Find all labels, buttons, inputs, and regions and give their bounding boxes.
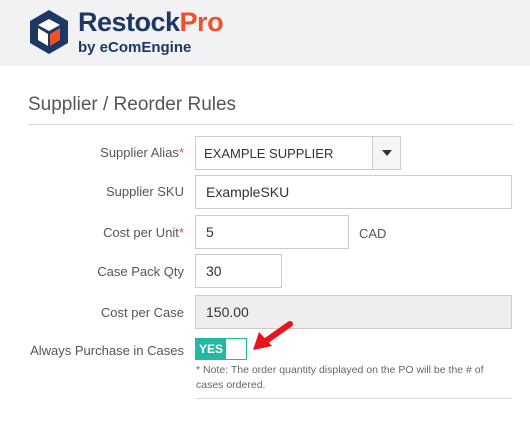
title-divider xyxy=(28,124,514,125)
case-pack-qty-input[interactable]: 30 xyxy=(195,254,282,288)
supplier-sku-label: Supplier SKU xyxy=(105,184,184,199)
dropdown-button[interactable] xyxy=(372,137,400,169)
brand-name: RestockPro xyxy=(78,7,224,37)
case-pack-qty-label: Case Pack Qty xyxy=(97,264,184,279)
brand-tagline: by eComEngine xyxy=(78,39,192,56)
supplier-alias-label: Supplier Alias* xyxy=(100,145,184,160)
hexagon-box-icon xyxy=(30,10,68,54)
bottom-divider xyxy=(195,398,512,399)
cases-note: * Note: The order quantity displayed on … xyxy=(196,364,484,391)
always-purchase-toggle[interactable]: YES xyxy=(195,338,247,360)
cost-per-unit-label: Cost per Unit* xyxy=(103,225,184,240)
supplier-alias-value: EXAMPLE SUPPLIER xyxy=(204,145,334,161)
toggle-yes-label: YES xyxy=(196,339,226,359)
page-title: Supplier / Reorder Rules xyxy=(28,94,237,115)
supplier-alias-select[interactable]: EXAMPLE SUPPLIER xyxy=(195,136,401,170)
caret-down-icon xyxy=(381,150,392,156)
cost-per-case-label: Cost per Case xyxy=(100,305,184,320)
supplier-sku-input[interactable]: ExampleSKU xyxy=(195,175,512,209)
app-header: RestockPro by eComEngine xyxy=(0,0,530,66)
cost-per-case-input: 150.00 xyxy=(195,295,512,329)
cost-per-unit-input[interactable]: 5 xyxy=(195,215,349,249)
red-arrow-icon xyxy=(253,321,293,350)
always-purchase-label: Always Purchase in Cases xyxy=(30,343,184,358)
currency-label: CAD xyxy=(359,226,387,241)
